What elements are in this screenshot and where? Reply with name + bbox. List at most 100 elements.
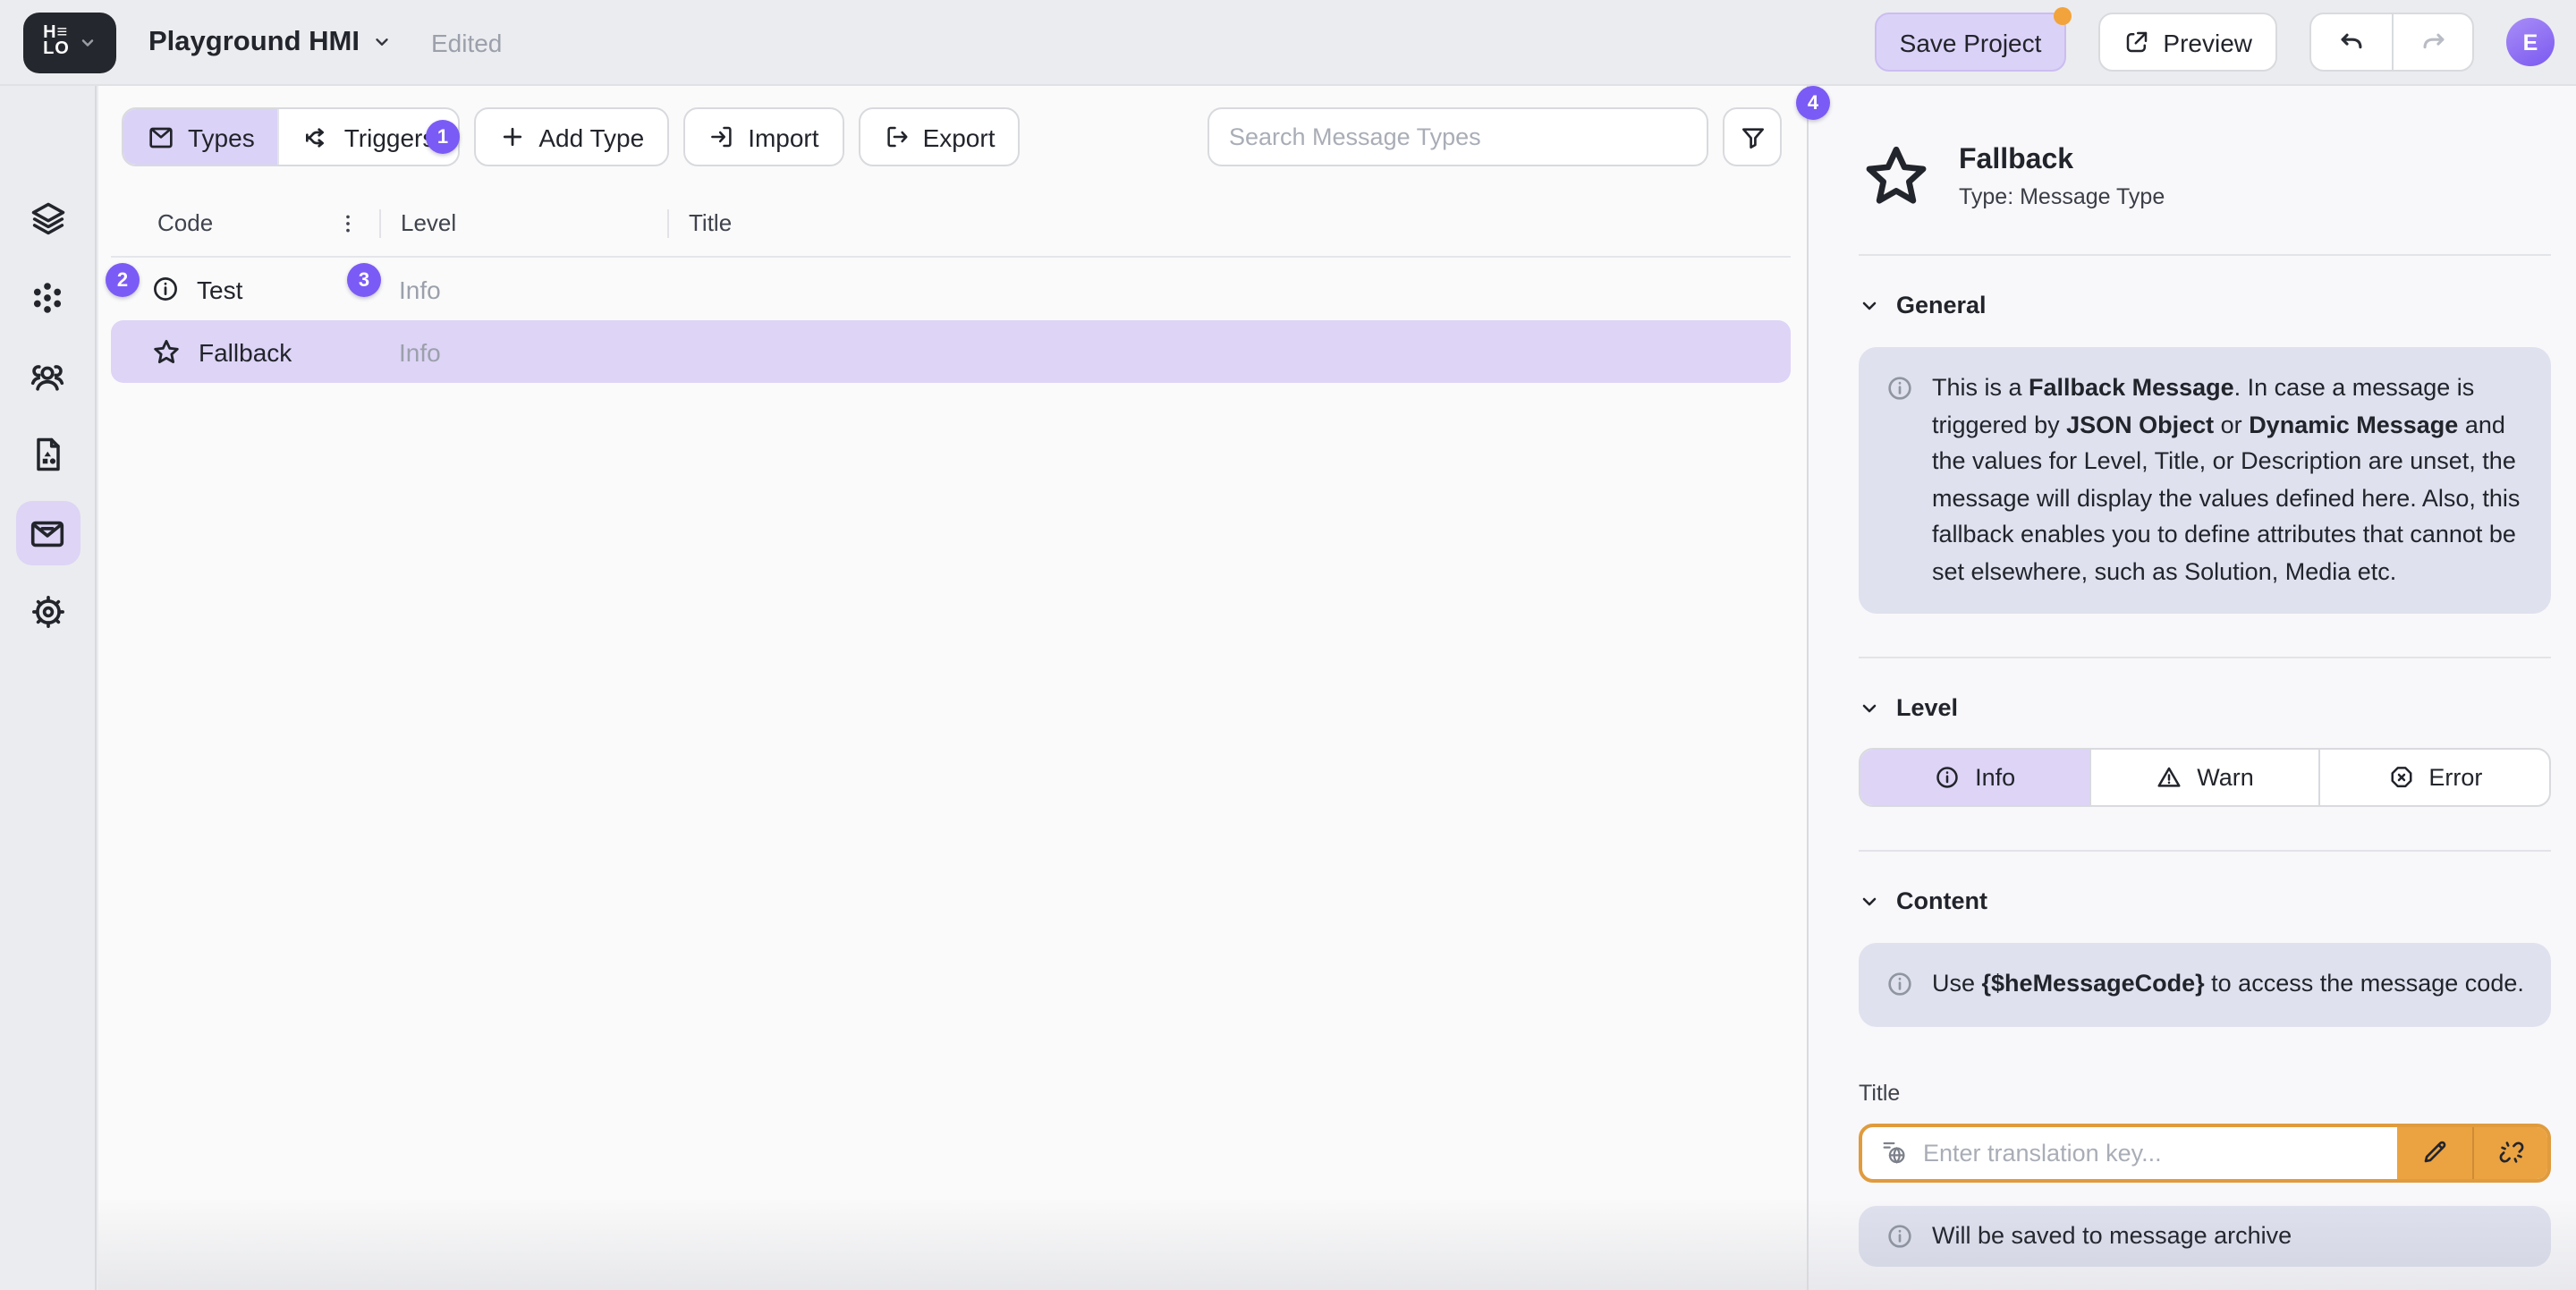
annotation-badge-1: 1 xyxy=(426,120,460,154)
dots-grid-icon xyxy=(29,278,66,316)
tab-types[interactable]: Types xyxy=(123,109,278,165)
panel-header: Fallback Type: Message Type xyxy=(1859,86,2551,256)
edit-translation-button[interactable] xyxy=(2397,1126,2472,1178)
sidebar-item-messages[interactable] xyxy=(15,501,80,565)
archive-note-text: Will be saved to message archive xyxy=(1932,1222,2292,1249)
column-header-title[interactable]: Title xyxy=(667,208,1791,237)
section-content: Content Use {$heMessageCode} to access t… xyxy=(1859,850,2551,1290)
preview-button[interactable]: Preview xyxy=(2098,13,2277,72)
tab-triggers-label: Triggers xyxy=(344,123,436,151)
save-project-label: Save Project xyxy=(1900,28,2042,56)
general-info-text: This is a Fallback Message. In case a me… xyxy=(1932,370,2524,590)
import-icon xyxy=(708,123,735,150)
level-option-warn[interactable]: Warn xyxy=(2089,750,2318,805)
panel-subtitle: Type: Message Type xyxy=(1959,184,2165,209)
annotation-badge-4: 4 xyxy=(1796,86,1830,120)
warning-triangle-icon xyxy=(2156,764,2182,791)
pencil-icon xyxy=(2420,1138,2449,1167)
project-chevron-down-icon[interactable] xyxy=(372,32,392,52)
content-info-text: Use {$heMessageCode} to access the messa… xyxy=(1932,966,2524,1003)
save-project-button[interactable]: Save Project xyxy=(1875,13,2067,72)
panel-title: Fallback xyxy=(1959,145,2165,177)
chevron-down-icon xyxy=(1859,890,1880,912)
title-archive-note: Will be saved to message archive xyxy=(1859,1205,2551,1266)
level-option-label: Error xyxy=(2428,764,2482,791)
unlink-icon xyxy=(2496,1138,2525,1167)
info-circle-icon xyxy=(1885,970,1914,1003)
app-logo: H≡ LO xyxy=(43,27,70,57)
section-general-label: General xyxy=(1896,292,1987,318)
topbar-actions: Save Project Preview E xyxy=(1875,13,2555,72)
users-icon xyxy=(27,355,68,396)
file-media-icon xyxy=(28,435,67,474)
row-code: Fallback xyxy=(199,337,292,366)
add-type-button[interactable]: Add Type xyxy=(474,107,669,166)
import-button[interactable]: Import xyxy=(683,107,843,166)
export-button[interactable]: Export xyxy=(859,107,1021,166)
section-general: General This is a Fallback Message. In c… xyxy=(1859,256,2551,657)
chevron-down-icon xyxy=(1859,294,1880,316)
title-translation-key-field xyxy=(1859,1123,2551,1182)
left-sidebar xyxy=(0,86,97,1290)
tab-types-label: Types xyxy=(188,123,255,151)
level-segmented-control: Info Warn Error xyxy=(1859,748,2551,807)
table-row-fallback[interactable]: Fallback Info xyxy=(111,320,1791,383)
section-content-toggle[interactable]: Content xyxy=(1859,887,2551,914)
app-logo-menu[interactable]: H≡ LO xyxy=(23,12,116,72)
add-type-label: Add Type xyxy=(538,123,644,151)
unlink-translation-button[interactable] xyxy=(2472,1126,2547,1178)
row-code: Test xyxy=(197,275,242,303)
layers-icon xyxy=(28,199,67,238)
section-general-toggle[interactable]: General xyxy=(1859,292,2551,318)
section-level-toggle[interactable]: Level xyxy=(1859,694,2551,721)
info-circle-icon xyxy=(150,274,181,304)
sidebar-item-media-library[interactable] xyxy=(15,422,80,487)
sidebar-item-users[interactable] xyxy=(15,344,80,408)
level-option-label: Info xyxy=(1975,764,2015,791)
info-circle-icon xyxy=(1885,374,1914,590)
sidebar-item-layers[interactable] xyxy=(15,186,80,250)
section-level-label: Level xyxy=(1896,694,1958,721)
import-label: Import xyxy=(748,123,818,151)
redo-button[interactable] xyxy=(2392,14,2472,70)
column-menu-icon[interactable] xyxy=(333,208,363,238)
undo-button[interactable] xyxy=(2311,14,2392,70)
section-content-label: Content xyxy=(1896,887,1987,914)
user-avatar[interactable]: E xyxy=(2506,18,2555,66)
row-level: Info xyxy=(379,337,667,366)
mail-icon xyxy=(147,123,175,151)
edited-status: Edited xyxy=(431,28,502,56)
level-option-error[interactable]: Error xyxy=(2319,750,2549,805)
export-label: Export xyxy=(923,123,996,151)
star-icon xyxy=(150,335,182,368)
branch-icon xyxy=(303,123,332,151)
filter-button[interactable] xyxy=(1723,107,1782,166)
undo-icon xyxy=(2336,27,2367,57)
general-info-box: This is a Fallback Message. In case a me… xyxy=(1859,347,2551,614)
redo-icon xyxy=(2418,27,2448,57)
gear-icon xyxy=(28,592,67,632)
sidebar-item-settings[interactable] xyxy=(15,580,80,644)
annotation-badge-3: 3 xyxy=(347,263,381,297)
toolbar: Types Triggers Add Type Import Export xyxy=(122,107,1782,166)
translation-key-icon xyxy=(1862,1126,1923,1178)
column-header-level[interactable]: Level xyxy=(379,208,667,237)
title-translation-key-input[interactable] xyxy=(1923,1126,2397,1178)
error-octagon-icon xyxy=(2387,764,2414,791)
logo-chevron-down-icon xyxy=(79,33,97,51)
content-info-box: Use {$heMessageCode} to access the messa… xyxy=(1859,943,2551,1026)
table-header: Code Level Title xyxy=(111,190,1791,258)
preview-label: Preview xyxy=(2163,28,2252,56)
level-option-info[interactable]: Info xyxy=(1860,750,2089,805)
project-title[interactable]: Playground HMI xyxy=(148,26,360,58)
level-option-label: Warn xyxy=(2197,764,2254,791)
annotation-badge-2: 2 xyxy=(106,263,140,297)
info-circle-icon xyxy=(1934,764,1961,791)
details-panel: Fallback Type: Message Type General This… xyxy=(1807,86,2576,1290)
search-input[interactable] xyxy=(1208,107,1708,166)
plus-icon xyxy=(499,123,526,150)
title-field-label: Title xyxy=(1859,1080,2551,1105)
types-triggers-tabs: Types Triggers xyxy=(122,107,460,166)
sidebar-item-components[interactable] xyxy=(15,265,80,329)
undo-redo-group xyxy=(2309,13,2474,72)
